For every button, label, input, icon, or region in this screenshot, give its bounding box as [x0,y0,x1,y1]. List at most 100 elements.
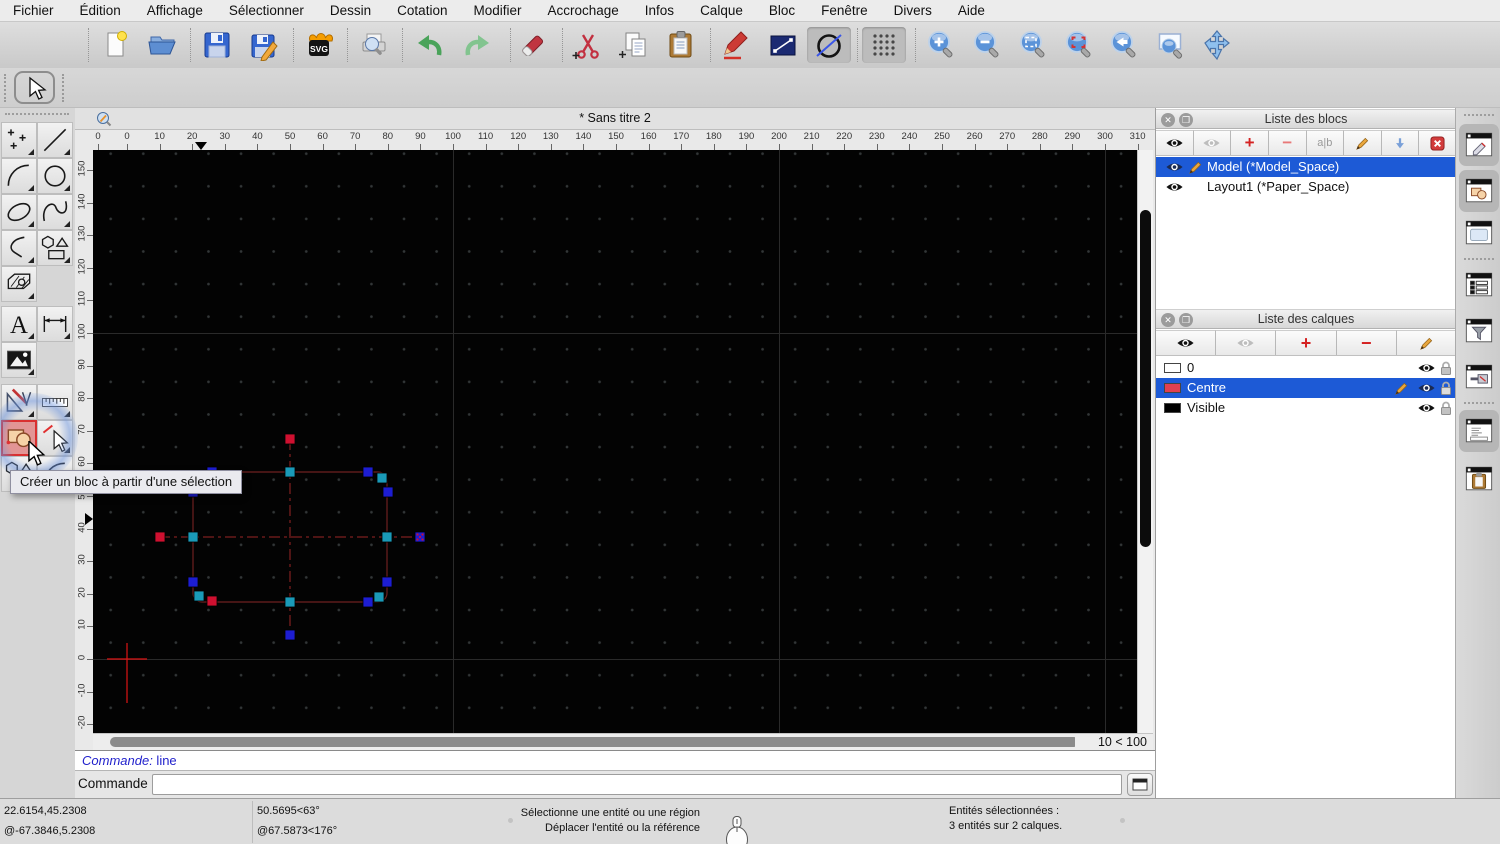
zoom-previous-button[interactable] [1061,27,1097,63]
menu-affichage[interactable]: Affichage [134,0,216,22]
selection-handle-blue[interactable] [284,629,296,641]
selection-handle-cyan[interactable] [193,590,205,602]
menu-aide[interactable]: Aide [945,0,998,22]
selection-handle-cyan[interactable] [187,531,199,543]
svg-export-button[interactable]: SVG [301,27,337,63]
tool-line[interactable] [37,122,73,158]
menu-infos[interactable]: Infos [632,0,687,22]
layer-color-swatch[interactable] [1164,383,1181,393]
selection-handle-cyan[interactable] [284,596,296,608]
layer-row[interactable]: Visible [1156,398,1456,418]
selection-handle-red[interactable] [284,433,296,445]
blocks-remove-all-button[interactable] [1419,130,1456,155]
selection-handle-cyan[interactable] [376,472,388,484]
circle-line-button[interactable] [807,27,851,63]
tool-hatch[interactable] [1,266,37,302]
selection-handle-blue[interactable] [187,576,199,588]
vertical-scrollbar[interactable] [1137,150,1153,733]
drawing-canvas[interactable] [93,150,1137,733]
layer-lock-icon[interactable] [1439,400,1453,422]
eraser-button[interactable] [515,27,551,63]
tool-image[interactable] [1,342,37,378]
dock-selection-filter-toggle[interactable] [1462,314,1496,348]
blocks-edit-button[interactable] [1344,130,1382,155]
blocks-show-all-button[interactable] [1156,130,1194,155]
tool-polyline[interactable] [1,230,37,266]
paste-button[interactable] [663,27,699,63]
vertical-scrollbar-thumb[interactable] [1140,210,1151,547]
tool-ellipse[interactable] [1,194,37,230]
selection-handle-blue[interactable] [382,486,394,498]
layer-color-swatch[interactable] [1164,403,1181,413]
horizontal-scrollbar-thumb[interactable] [110,737,1079,747]
menu-modifier[interactable]: Modifier [460,0,534,22]
horizontal-scrollbar[interactable] [93,733,1137,750]
menu-fenetre[interactable]: Fenêtre [808,0,881,22]
dock-library-browser-toggle[interactable] [1462,216,1496,250]
new-button[interactable] [98,27,134,63]
cut-button[interactable] [570,27,606,63]
selection-handle-blue[interactable] [381,576,393,588]
save-as-button[interactable] [246,27,282,63]
menu-cotation[interactable]: Cotation [384,0,460,22]
layer-color-swatch[interactable] [1164,363,1181,373]
layer-row[interactable]: Centre [1156,378,1456,398]
copy-button[interactable] [617,27,653,63]
zoom-window-button[interactable] [1153,27,1189,63]
layers-hide-all-button[interactable] [1216,330,1277,355]
menu-calque[interactable]: Calque [687,0,756,22]
print-preview-button[interactable] [356,27,392,63]
zoom-auto-button[interactable] [1015,27,1051,63]
blocks-insert-button[interactable] [1381,130,1420,155]
layer-row[interactable]: 0 [1156,358,1456,378]
dock-property-editor-toggle[interactable] [1459,124,1499,166]
open-button[interactable] [145,27,181,63]
tool-points[interactable] [1,122,37,158]
dock-block-panel-toggle[interactable] [1459,170,1499,212]
layers-edit-button[interactable] [1396,330,1457,355]
selection-handle-red[interactable] [154,531,166,543]
tool-dimension[interactable] [37,306,73,342]
selection-handle-cyan[interactable] [381,531,393,543]
selection-handle-cyan[interactable] [373,591,385,603]
redo-button[interactable] [459,27,495,63]
zoom-back-button[interactable] [1106,27,1142,63]
tool-text[interactable]: A [1,306,37,342]
selection-handle-blue[interactable] [362,596,374,608]
selection-handle-red[interactable] [206,595,218,607]
selection-handle-blue[interactable] [362,466,374,478]
command-input[interactable] [152,774,1122,795]
palette-drag-handle[interactable] [5,113,69,115]
block-visibility-eye-icon[interactable] [1165,180,1184,200]
layers-show-all-button[interactable] [1156,330,1217,355]
menu-divers[interactable]: Divers [881,0,945,22]
menu-edition[interactable]: Édition [67,0,134,22]
menu-accrochage[interactable]: Accrochage [534,0,631,22]
tool-spline[interactable] [37,194,73,230]
layers-remove-button[interactable]: − [1336,330,1397,355]
undo-button[interactable] [412,27,448,63]
line-attributes-button[interactable] [765,27,801,63]
pen-attributes-button[interactable] [718,27,754,63]
zoom-out-button[interactable] [969,27,1005,63]
layers-add-button[interactable]: + [1276,330,1337,355]
zoom-in-button[interactable] [923,27,959,63]
selection-handle-cyan[interactable] [284,466,296,478]
menu-bloc[interactable]: Bloc [756,0,808,22]
dock-layer-panel-toggle[interactable] [1462,268,1496,302]
zoom-pan-button[interactable] [1199,27,1235,63]
block-row[interactable]: Model (*Model_Space) [1156,157,1456,177]
blocks-rename-button[interactable]: a|b [1306,130,1345,155]
tool-shapes[interactable] [37,230,73,266]
selection-tool-button[interactable] [14,71,55,104]
blocks-add-button[interactable]: + [1231,130,1269,155]
dock-section-view-toggle[interactable] [1462,360,1496,394]
menu-selectionner[interactable]: Sélectionner [216,0,317,22]
tool-circle[interactable] [37,158,73,194]
dock-clipboard-panel-toggle[interactable] [1462,462,1496,496]
blocks-remove-button[interactable]: − [1268,130,1307,155]
menu-fichier[interactable]: Fichier [0,0,67,22]
dock-command-line-toggle[interactable] [1459,410,1499,452]
menu-dessin[interactable]: Dessin [317,0,384,22]
grid-button[interactable] [862,27,906,63]
